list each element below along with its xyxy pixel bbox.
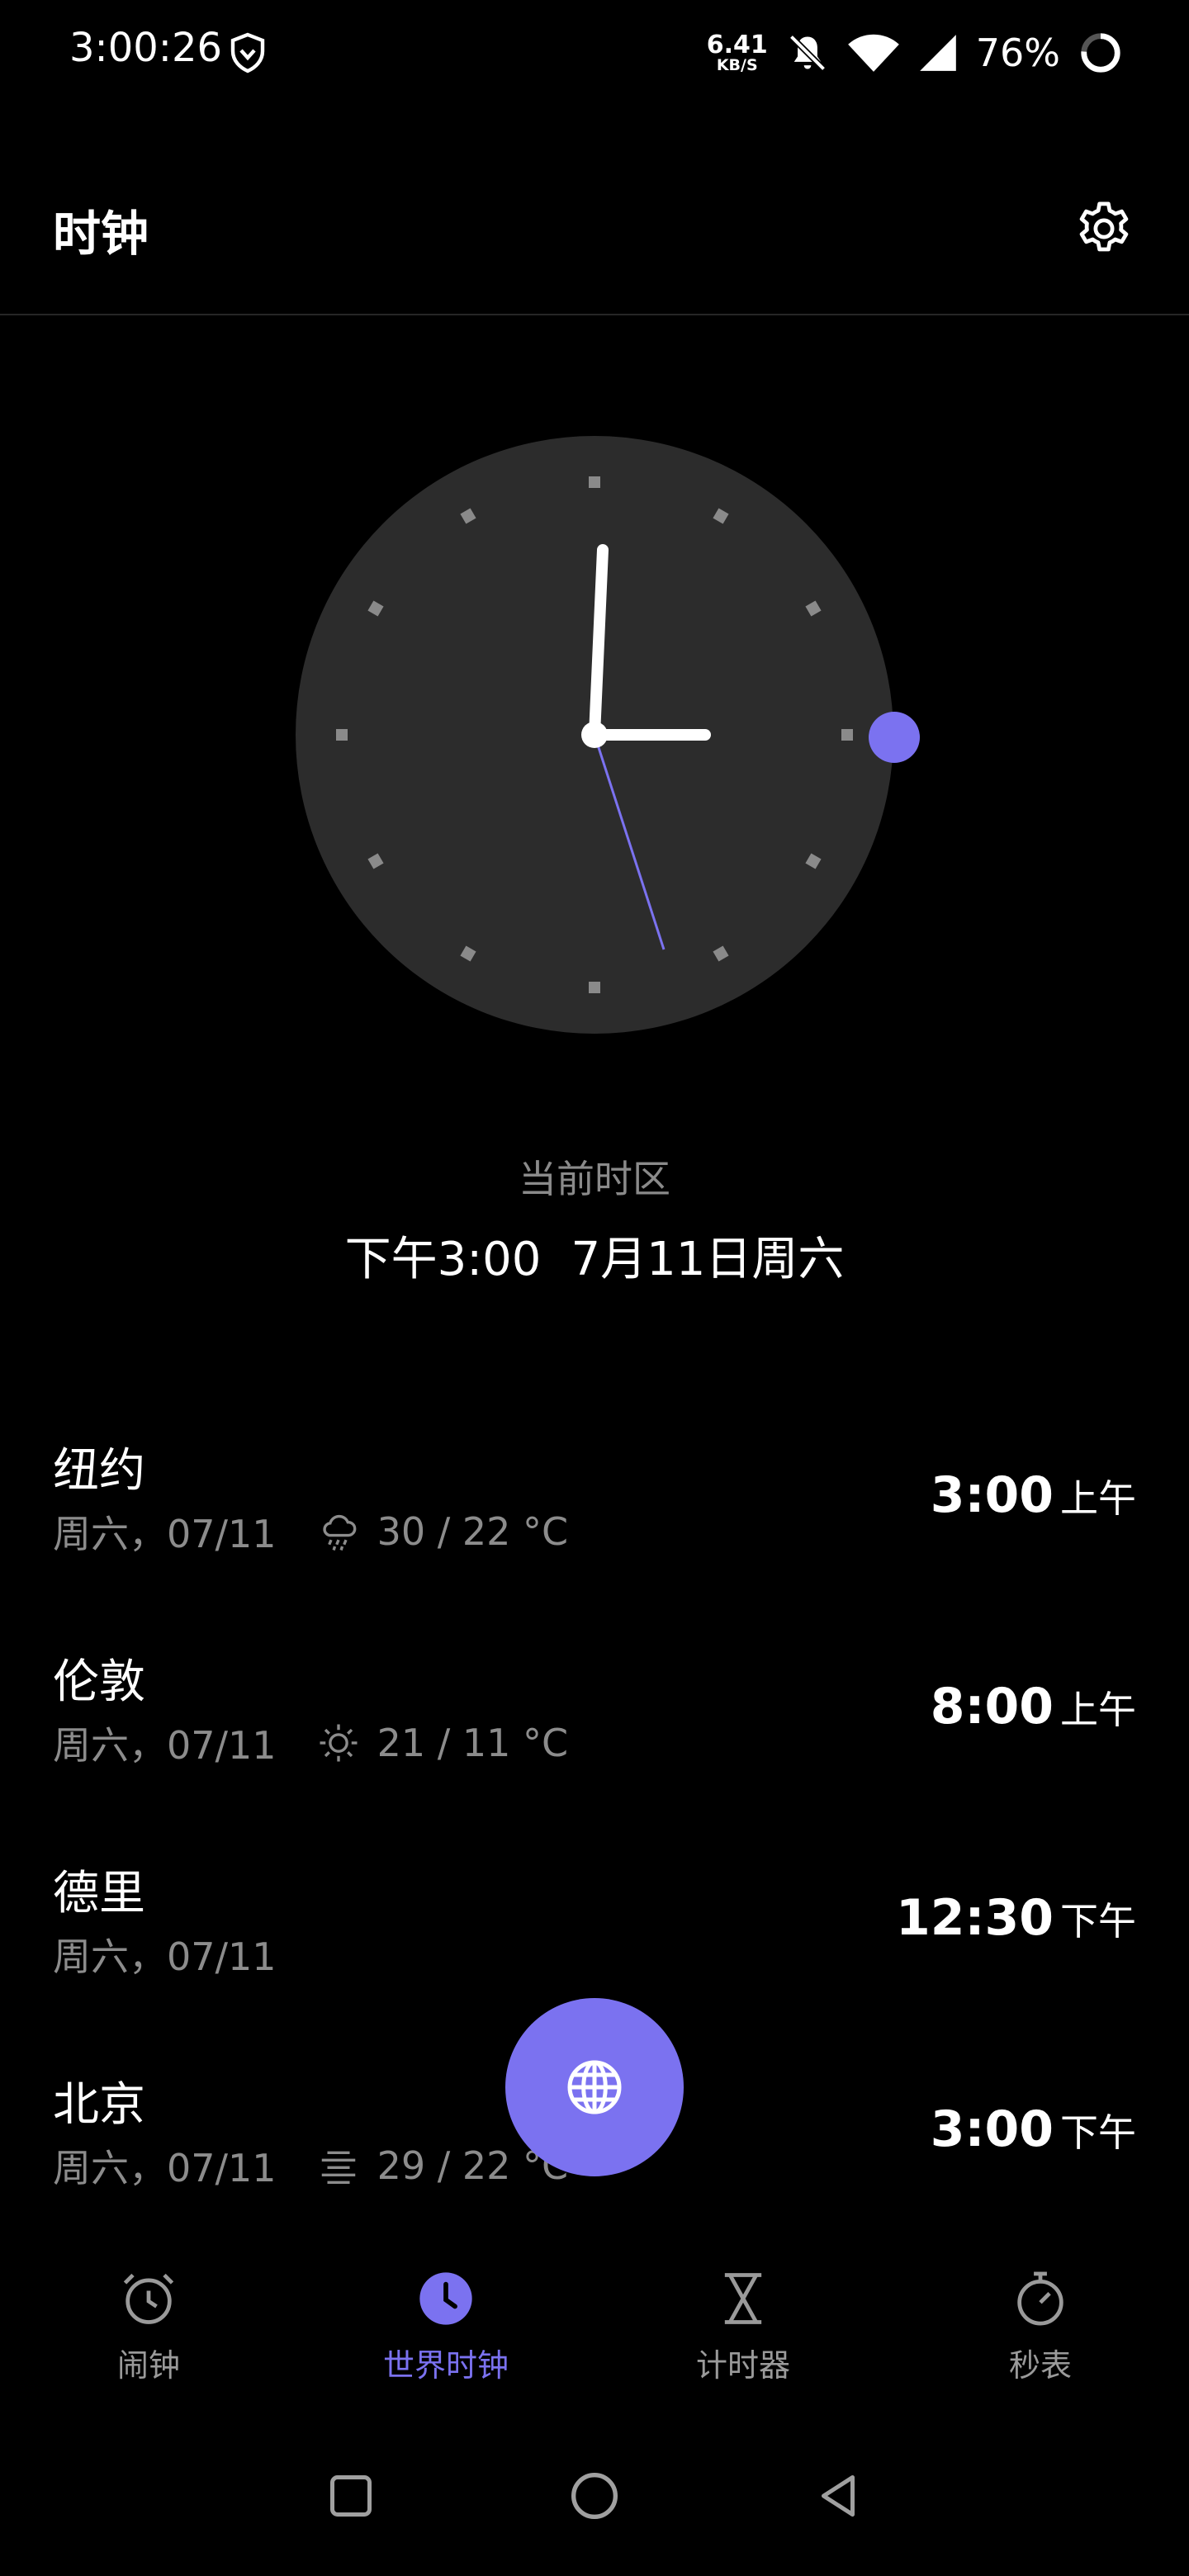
nav-alarm-label: 闹钟: [116, 2347, 180, 2384]
sun-icon: [320, 1724, 358, 1762]
nav-alarm[interactable]: 闹钟: [0, 2246, 297, 2411]
clock-center: [581, 722, 608, 748]
city-meta: 周六，07/11 30 / 22 °C: [53, 1504, 568, 1559]
status-time: 3:00:26: [69, 25, 223, 71]
add-city-button[interactable]: [505, 1998, 684, 2176]
city-temp: 21 / 11 °C: [377, 1721, 569, 1765]
globe-icon: [567, 2060, 622, 2114]
city-meta: 周六，07/11 21 / 11 °C: [53, 1716, 568, 1770]
city-time-value: 12:30: [896, 1889, 1054, 1947]
status-icons: 6.41 KB/S 76%: [707, 20, 1123, 86]
wifi-icon: [847, 34, 899, 72]
clock-tick: [841, 729, 853, 741]
alarm-icon: [123, 2273, 174, 2324]
settings-button[interactable]: [1068, 193, 1139, 264]
city-meta: 周六，07/11: [53, 1927, 277, 1982]
city-time-value: 3:00: [930, 2100, 1054, 2158]
current-zone-time: 下午3:00: [344, 1233, 542, 1286]
city-weather: 30 / 22 °C: [316, 1509, 569, 1554]
battery-percent: 76%: [975, 31, 1060, 75]
city-name: 德里: [53, 1867, 145, 1920]
bell-off-icon: [789, 34, 826, 72]
net-speed: 6.41 KB/S: [706, 30, 768, 74]
nav-stopwatch[interactable]: 秒表: [892, 2246, 1189, 2411]
current-zone-datetime: 下午3:00 7月11日周六: [0, 1222, 1189, 1289]
second-indicator-dot: [869, 712, 920, 763]
current-zone-label: 当前时区: [519, 1157, 670, 1201]
city-date: 周六，07/11: [53, 1934, 277, 1979]
home-button[interactable]: [566, 2467, 623, 2525]
city-time: 3:00 下午: [931, 2100, 1136, 2158]
gear-icon: [1079, 201, 1129, 252]
city-time-value: 8:00: [930, 1678, 1054, 1735]
nav-timer-label: 计时器: [695, 2347, 790, 2384]
city-date: 周六，07/11: [53, 1723, 277, 1768]
city-temp: 30 / 22 °C: [377, 1509, 569, 1554]
city-time-ampm: 下午: [1060, 1899, 1136, 1944]
city-time: 3:00 上午: [931, 1466, 1136, 1524]
nav-timer[interactable]: 计时器: [594, 2246, 892, 2411]
minute-hand: [589, 544, 609, 741]
city-row-london[interactable]: 伦敦 周六，07/11 21 / 11 °C 8:00 上午: [0, 1615, 1189, 1826]
city-time-value: 3:00: [930, 1466, 1054, 1524]
city-time: 12:30 下午: [896, 1889, 1136, 1947]
net-speed-value: 6.41: [706, 30, 768, 59]
square-icon: [330, 2475, 372, 2517]
city-weather: 29 / 22 °C: [316, 2143, 568, 2188]
city-meta: 周六，07/11 29 / 22 °C: [53, 2138, 568, 2193]
city-date: 周六，07/11: [53, 2146, 277, 2190]
nav-stopwatch-label: 秒表: [1008, 2347, 1072, 2384]
stopwatch-icon: [1017, 2271, 1063, 2326]
clock-tick: [589, 476, 600, 488]
rain-cloud-icon: [322, 1514, 356, 1551]
city-row-new-york[interactable]: 纽约 周六，07/11 30 / 22 °C 3:00 上午: [0, 1404, 1189, 1615]
current-zone-date: 7月11日周六: [571, 1233, 845, 1286]
city-name: 北京: [53, 2078, 145, 2132]
status-bar: 3:00:26 6.41 KB/S 76%: [0, 0, 1189, 107]
recents-button[interactable]: [322, 2467, 380, 2525]
app-bar: 时钟: [0, 157, 1189, 315]
nav-world-clock[interactable]: 世界时钟: [297, 2246, 594, 2411]
hourglass-icon: [724, 2273, 762, 2324]
city-name: 伦敦: [53, 1655, 145, 1709]
bottom-nav: 闹钟 世界时钟 计时器 秒表: [0, 2246, 1189, 2411]
city-date: 周六，07/11: [53, 1512, 277, 1556]
battery-ring-icon: [1081, 33, 1120, 73]
city-time-ampm: 上午: [1060, 1476, 1136, 1521]
city-weather: 21 / 11 °C: [316, 1721, 569, 1765]
nav-world-clock-label: 世界时钟: [382, 2347, 509, 2384]
page-title: 时钟: [53, 206, 149, 262]
net-speed-unit: KB/S: [716, 55, 758, 74]
back-triangle-icon: [822, 2475, 855, 2517]
clock-tick: [589, 982, 600, 993]
system-nav-bar: [0, 2444, 1189, 2543]
analog-clock: [296, 436, 920, 1034]
city-time-ampm: 下午: [1060, 2110, 1136, 2155]
city-time: 8:00 上午: [931, 1678, 1136, 1735]
world-clock-icon: [419, 2272, 472, 2325]
clock-tick: [336, 729, 348, 741]
back-button[interactable]: [809, 2467, 867, 2525]
haze-icon: [321, 2151, 355, 2184]
city-name: 纽约: [53, 1444, 145, 1498]
circle-icon: [571, 2473, 618, 2519]
signal-icon: [919, 35, 956, 71]
analog-clock-face: [296, 436, 893, 1034]
screen: 3:00:26 6.41 KB/S 76% 时钟 当前时区 下午3:00 7月1…: [0, 0, 1189, 2576]
city-time-ampm: 上午: [1060, 1688, 1136, 1732]
shield-icon: [230, 32, 265, 73]
